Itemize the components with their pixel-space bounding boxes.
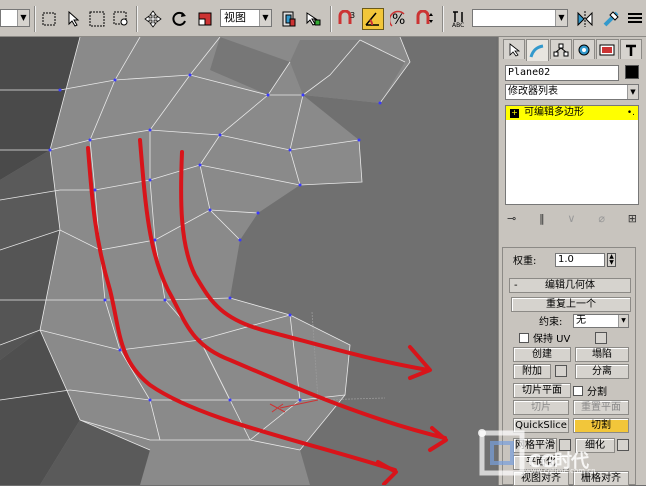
modify-tab-icon[interactable] (526, 39, 549, 61)
attach-settings-icon[interactable] (555, 365, 567, 377)
layer-manager-icon[interactable] (624, 8, 646, 30)
chevron-down-icon: ▼ (627, 85, 638, 99)
chevron-down-icon: ▼ (618, 315, 628, 327)
scale-icon[interactable] (194, 8, 216, 30)
object-name-field[interactable]: Plane02 (505, 65, 619, 81)
weight-row: 权重: (513, 251, 536, 268)
split-row[interactable]: 分割 (573, 382, 607, 399)
configure-modifier-sets-icon[interactable]: ⊞ (628, 212, 637, 228)
svg-text:3: 3 (350, 11, 355, 20)
main-toolbar: ▼ 视图 ▼ 3 % ABC ▼ (0, 0, 646, 37)
select-manipulate-icon[interactable] (302, 8, 324, 30)
angle-snap-icon[interactable] (362, 8, 384, 30)
motion-tab-icon[interactable] (572, 39, 596, 59)
select-window-icon[interactable] (110, 8, 132, 30)
select-cursor-icon[interactable] (62, 8, 84, 30)
remove-modifier-icon[interactable]: ⌀ (598, 212, 605, 228)
reference-coordinate-dropdown[interactable]: 视图 ▼ (220, 9, 272, 27)
preserve-uv-label: 保持 UV (533, 334, 571, 345)
constrain-label: 约束: (539, 317, 563, 328)
svg-text:ABC: ABC (452, 22, 464, 28)
weight-label: 权重: (513, 256, 537, 267)
viewport-canvas (0, 37, 496, 485)
pivot-center-icon[interactable] (278, 8, 300, 30)
utilities-tab-icon[interactable] (619, 39, 642, 59)
reset-plane-button[interactable]: 重置平面 (573, 400, 629, 415)
stack-dots-icon: •. (626, 108, 635, 118)
select-region-icon[interactable] (86, 8, 108, 30)
chevron-down-icon: ▼ (17, 10, 29, 26)
move-icon[interactable] (142, 8, 164, 30)
attach-button[interactable]: 附加 (513, 364, 551, 379)
split-checkbox[interactable] (573, 385, 583, 396)
toolbar-separator (34, 6, 36, 32)
watermark-url: www.cgtime.com.cn (525, 467, 596, 475)
mirror-icon[interactable] (574, 8, 596, 30)
split-label: 分割 (587, 387, 607, 398)
chevron-down-icon: ▼ (259, 10, 271, 26)
make-unique-icon[interactable]: ∨ (567, 212, 575, 228)
create-tab-icon[interactable] (503, 39, 526, 59)
rollout-header-edit-geometry[interactable]: - 编辑几何体 (509, 278, 631, 293)
toolbar-separator (136, 6, 138, 32)
pin-stack-icon[interactable]: ⊸ (507, 212, 516, 228)
rotate-icon[interactable] (168, 8, 190, 30)
expand-plus-icon[interactable]: + (510, 108, 519, 118)
edit-named-selection-icon[interactable]: ABC (448, 8, 470, 30)
select-object-icon[interactable] (38, 8, 60, 30)
spinner-snap-icon[interactable] (414, 8, 436, 30)
modifier-list-dropdown[interactable]: 修改器列表 ▼ (505, 84, 639, 100)
collapse-button[interactable]: 塌陷 (575, 347, 629, 362)
selection-filter-dropdown[interactable]: ▼ (0, 9, 30, 27)
constrain-value: 无 (576, 315, 586, 326)
named-selection-dropdown[interactable]: ▼ (472, 9, 568, 27)
modifier-list-label: 修改器列表 (508, 86, 558, 97)
constrain-dropdown[interactable]: 无 ▼ (573, 314, 629, 328)
align-icon[interactable] (600, 8, 622, 30)
stack-toolbar: ⊸ ‖ ∨ ⌀ ⊞ (507, 212, 637, 228)
rollout-title: 编辑几何体 (545, 280, 595, 291)
show-end-result-icon[interactable]: ‖ (539, 212, 545, 228)
preserve-uv-checkbox[interactable] (519, 332, 529, 343)
stack-item-label: 可编辑多边形 (524, 107, 584, 118)
repeat-last-button[interactable]: 重复上一个 (511, 297, 631, 312)
slice-plane-button[interactable]: 切片平面 (513, 383, 571, 398)
snap-3-icon[interactable]: 3 (336, 8, 358, 30)
reference-coordinate-value: 视图 (224, 11, 246, 24)
hierarchy-tab-icon[interactable] (549, 39, 572, 59)
modifier-stack: + 可编辑多边形 •. (505, 105, 639, 205)
weight-spinner-arrows-icon[interactable]: ▲ ▼ (607, 253, 616, 267)
percent-snap-icon[interactable]: % (388, 8, 410, 30)
object-color-swatch[interactable] (625, 65, 639, 79)
toolbar-separator (330, 6, 332, 32)
weight-spinner[interactable]: 1.0 (555, 253, 605, 267)
toolbar-separator (442, 6, 444, 32)
create-button[interactable]: 创建 (513, 347, 571, 362)
slice-button[interactable]: 切片 (513, 400, 569, 415)
command-panel-tabs (503, 39, 643, 61)
preserve-uv-row[interactable]: 保持 UV (519, 329, 570, 346)
detach-button[interactable]: 分离 (575, 364, 629, 379)
chevron-down-icon: ▼ (555, 10, 567, 26)
display-tab-icon[interactable] (596, 39, 619, 59)
constrain-row: 约束: (539, 312, 562, 329)
stack-item-editable-poly[interactable]: + 可编辑多边形 •. (506, 106, 638, 120)
preserve-uv-settings-icon[interactable] (595, 332, 607, 344)
perspective-viewport[interactable] (0, 37, 496, 485)
svg-text:%: % (392, 12, 405, 28)
